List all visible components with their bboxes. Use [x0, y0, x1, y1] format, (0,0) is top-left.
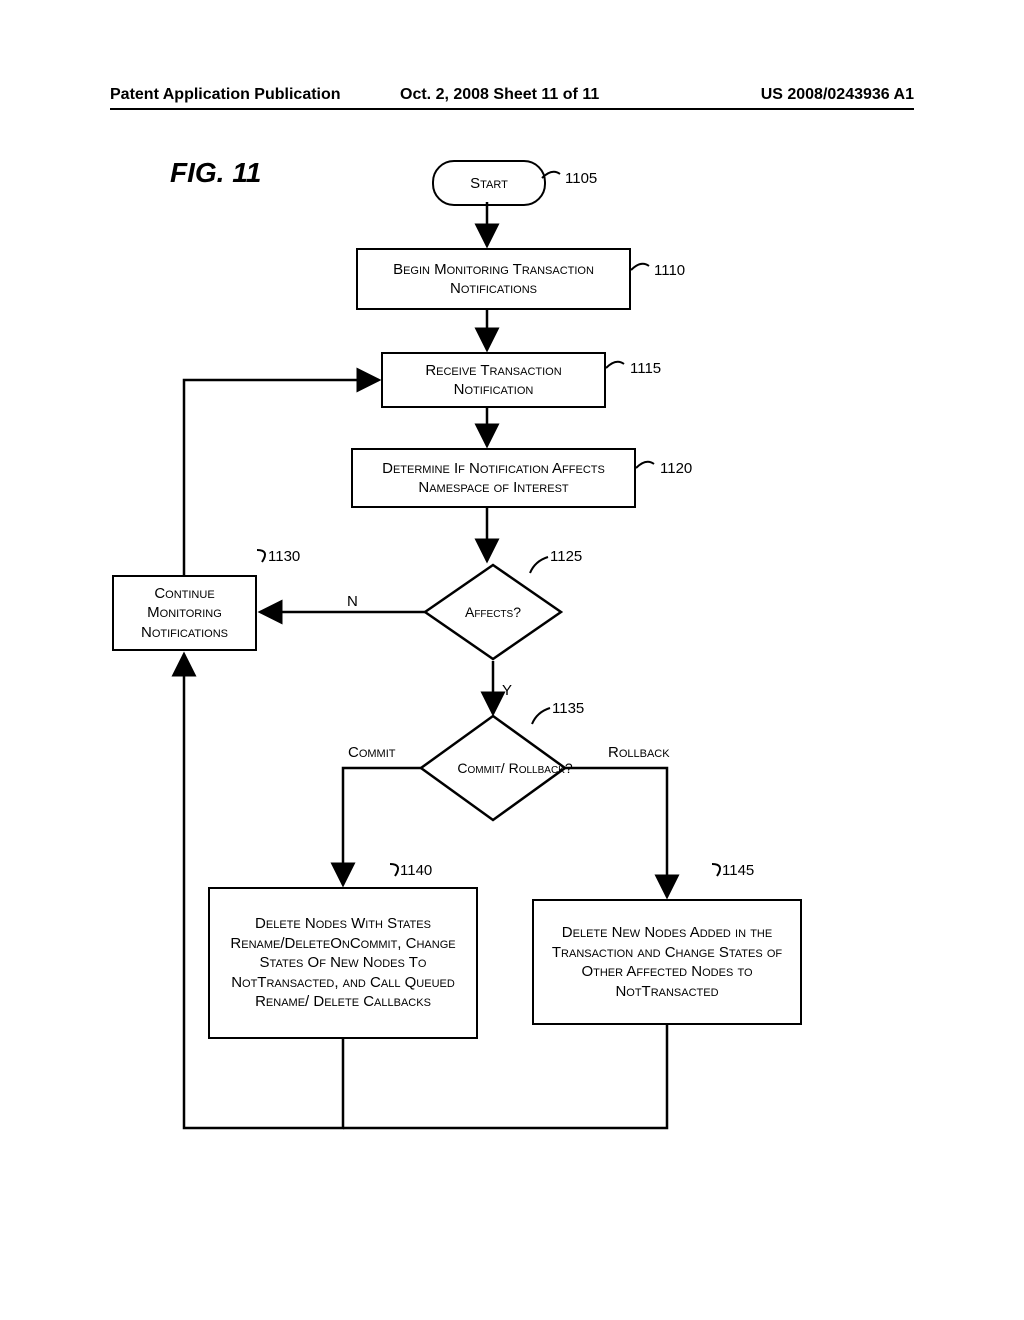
patent-figure-page: Patent Application Publication Oct. 2, 2… — [0, 0, 1024, 1320]
flowchart: Start 1105 Begin Monitoring Transaction … — [0, 0, 1024, 1320]
flow-arrows — [0, 0, 1024, 1320]
